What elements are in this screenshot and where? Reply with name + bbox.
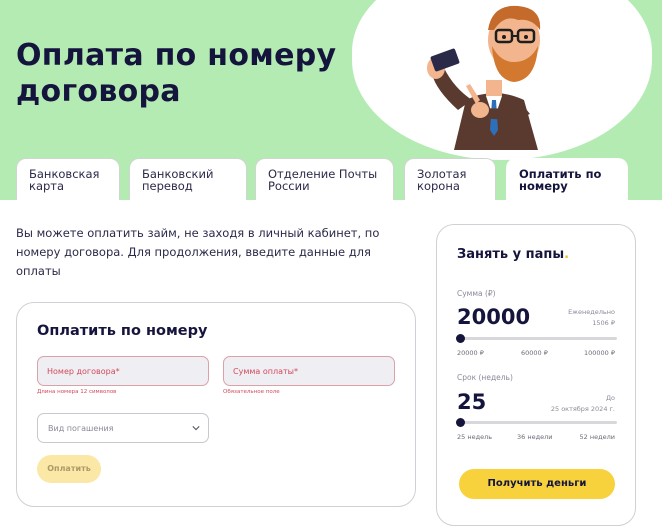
tab-russian-post[interactable]: Отделение Почты России — [255, 158, 394, 200]
tab-pay-by-number[interactable]: Оплатить по номеру — [506, 158, 628, 200]
payment-amount-field[interactable]: Сумма оплаты* — [223, 356, 395, 386]
loan-title: Занять у папы. — [457, 247, 569, 262]
until-value: 25 октября 2024 г. — [550, 405, 615, 413]
loan-calculator: Занять у папы. Сумма (₽) 20000 Еженедель… — [436, 224, 636, 526]
loan-title-text: Занять у папы — [457, 247, 565, 262]
repayment-type-select[interactable]: Вид погашения — [37, 413, 209, 443]
pay-by-number-form: Оплатить по номеру Номер договора* Длина… — [16, 302, 416, 507]
contract-number-hint: Длина номера 12 символов — [37, 389, 117, 395]
form-title: Оплатить по номеру — [37, 323, 208, 339]
term-max-label: 52 недели — [579, 433, 615, 441]
weekly-label: Еженедельно — [568, 308, 615, 316]
until-label: До — [605, 394, 615, 402]
term-mid-label: 36 недели — [517, 433, 553, 441]
chevron-down-icon — [192, 426, 200, 431]
term-until: До 25 октября 2024 г. — [551, 393, 615, 415]
repayment-type-placeholder: Вид погашения — [48, 424, 114, 433]
sum-value: 20000 — [457, 305, 531, 329]
payment-amount-placeholder: Сумма оплаты* — [233, 367, 298, 376]
weekly-value: 1506 ₽ — [592, 319, 615, 327]
weekly-payment: Еженедельно 1506 ₽ — [568, 307, 615, 329]
loan-title-dot: . — [564, 247, 570, 262]
contract-number-field[interactable]: Номер договора* — [37, 356, 209, 386]
sum-max-label: 100000 ₽ — [583, 349, 615, 357]
sum-slider-handle[interactable] — [456, 334, 465, 343]
page-title: Оплата по номеру договора — [16, 38, 337, 109]
term-value: 25 — [457, 390, 487, 414]
pay-button[interactable]: Оплатить — [37, 455, 101, 483]
tab-bank-card[interactable]: Банковская карта — [16, 158, 120, 200]
sum-min-label: 20000 ₽ — [457, 349, 484, 357]
term-min-label: 25 недель — [457, 433, 493, 441]
term-slider-handle[interactable] — [456, 418, 465, 427]
sum-mid-label: 60000 ₽ — [521, 349, 548, 357]
term-label: Срок (недель) — [457, 373, 513, 382]
mascot-illustration — [427, 5, 541, 150]
contract-number-placeholder: Номер договора* — [47, 367, 120, 376]
term-slider[interactable] — [456, 418, 617, 427]
sum-label: Сумма (₽) — [457, 289, 496, 298]
tab-bank-transfer[interactable]: Банковский перевод — [129, 158, 247, 200]
get-money-button[interactable]: Получить деньги — [459, 469, 615, 499]
sum-slider[interactable] — [456, 334, 617, 343]
tab-zolotaya-korona[interactable]: Золотая корона — [404, 158, 496, 200]
intro-text: Вы можете оплатить займ, не заходя в лич… — [16, 226, 380, 278]
payment-amount-hint: Обязательное поле — [223, 389, 280, 395]
